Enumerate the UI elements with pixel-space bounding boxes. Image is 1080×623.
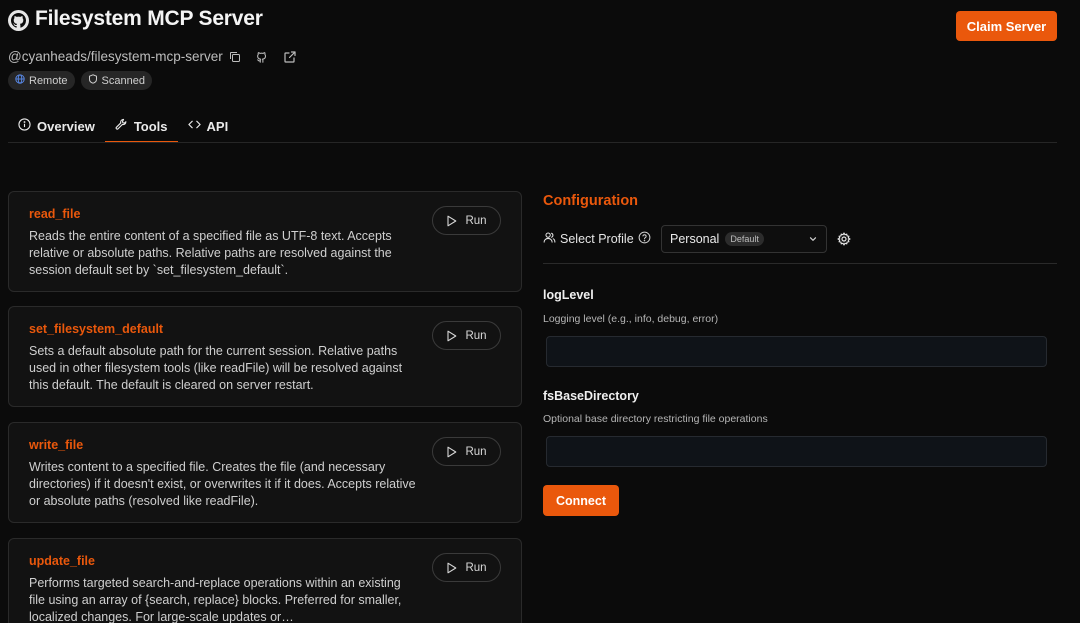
external-link-icon[interactable] [283,50,297,64]
loglevel-label: logLevel [543,288,594,302]
run-button[interactable]: Run [432,206,501,235]
tool-card-read-file: read_file Reads the entire content of a … [8,191,522,292]
play-icon [447,446,457,457]
code-icon [187,118,201,134]
tab-bar: Overview Tools API [8,110,239,143]
tool-name: set_filesystem_default [29,322,164,336]
tab-overview[interactable]: Overview [8,110,105,142]
tool-name: read_file [29,207,81,221]
badge-row: Remote Scanned [8,71,152,90]
profile-select[interactable]: Personal Default [661,225,827,253]
play-icon [447,562,457,573]
info-icon [18,118,31,134]
remote-badge: Remote [8,71,75,90]
play-icon [447,215,457,226]
users-icon [543,231,556,247]
config-divider [543,263,1057,264]
page-title: Filesystem MCP Server [35,7,263,30]
configuration-title: Configuration [543,193,639,209]
run-button[interactable]: Run [432,553,501,582]
tool-name: write_file [29,438,84,452]
run-button[interactable]: Run [432,321,501,350]
profile-value: Personal [670,232,720,246]
globe-icon [15,74,25,87]
gear-icon[interactable] [837,232,851,246]
default-badge: Default [725,232,764,246]
fsbasedirectory-label: fsBaseDirectory [543,389,639,403]
help-icon[interactable] [638,231,651,247]
tool-name: update_file [29,554,95,568]
tool-description: Sets a default absolute path for the cur… [29,344,403,392]
tool-card-set-filesystem-default: set_filesystem_default Sets a default ab… [8,306,522,407]
claim-server-button[interactable]: Claim Server [956,11,1057,41]
repo-row: @cyanheads/filesystem-mcp-server [8,49,297,64]
tab-divider [8,142,1057,143]
run-button[interactable]: Run [432,437,501,466]
play-icon [447,330,457,341]
select-profile-label: Select Profile [543,231,651,247]
scanned-badge: Scanned [80,71,152,90]
loglevel-input[interactable] [546,336,1047,367]
tool-description: Reads the entire content of a specified … [29,229,392,277]
tool-description: Writes content to a specified file. Crea… [29,460,416,508]
wrench-icon [115,118,128,134]
connect-button[interactable]: Connect [543,485,619,516]
repo-name: @cyanheads/filesystem-mcp-server [8,49,223,64]
tool-card-write-file: write_file Writes content to a specified… [8,422,522,523]
fsbasedirectory-help: Optional base directory restricting file… [543,413,768,425]
tool-description: Performs targeted search-and-replace ope… [29,576,402,623]
loglevel-help: Logging level (e.g., info, debug, error) [543,313,719,325]
tab-api[interactable]: API [178,110,239,142]
tool-card-update-file: update_file Performs targeted search-and… [8,538,522,623]
chevron-down-icon [809,237,817,241]
fsbasedirectory-input[interactable] [546,436,1047,467]
github-icon[interactable] [255,50,269,64]
shield-icon [88,74,98,87]
github-logo-icon [8,10,29,31]
tab-tools[interactable]: Tools [104,110,178,143]
copy-icon[interactable] [229,51,241,63]
